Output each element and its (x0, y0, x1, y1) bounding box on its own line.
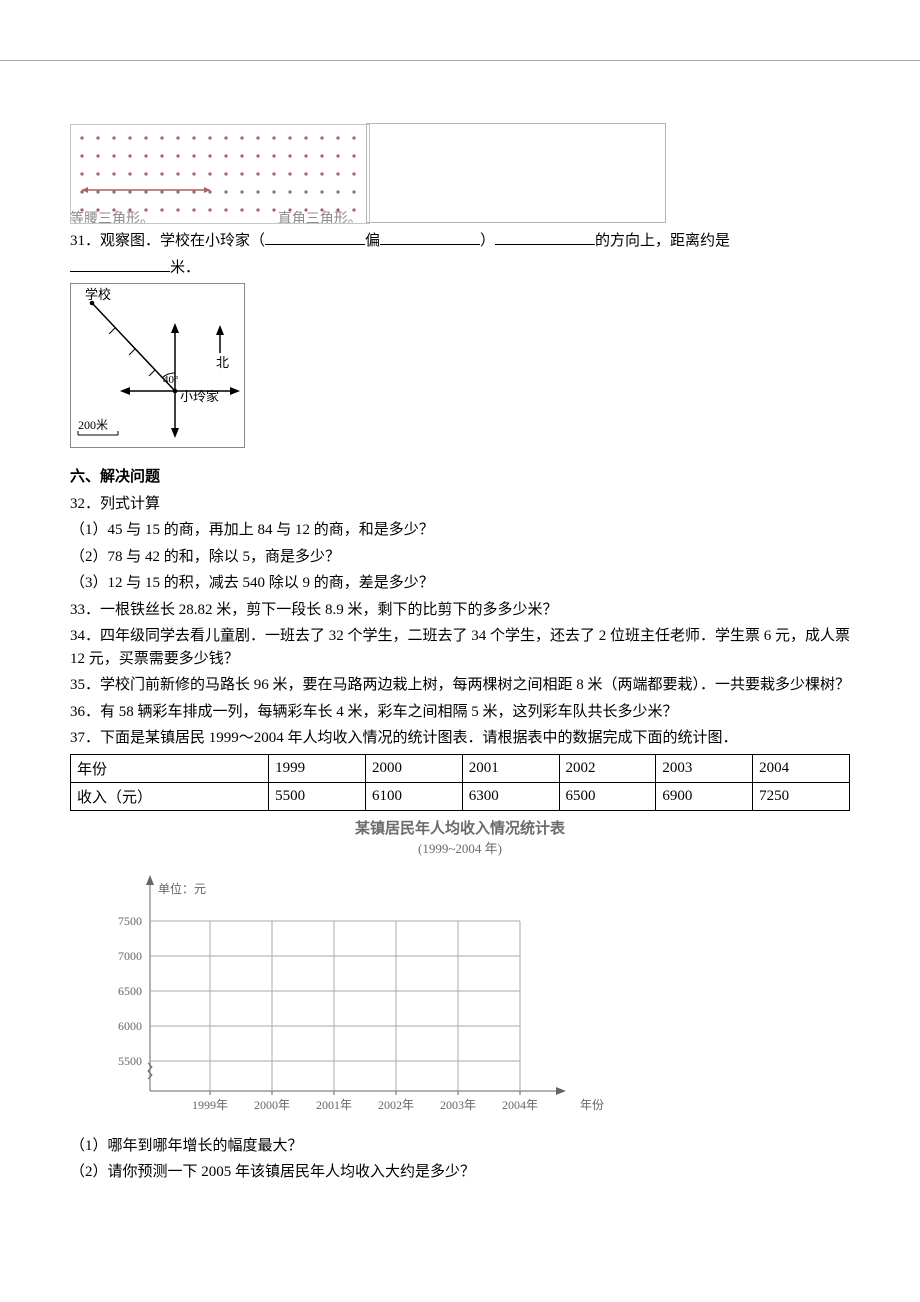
td-year-0: 1999 (269, 754, 366, 782)
q32-2: （2）78 与 42 的和，除以 5，商是多少？ (70, 546, 850, 569)
td-year-1: 2000 (365, 754, 462, 782)
north-label: 北 (216, 355, 229, 370)
q32-stem: 32．列式计算 (70, 493, 850, 516)
q35: 35．学校门前新修的马路长 96 米，要在马路两边栽上树，每两棵树之间相距 8 … (70, 674, 850, 697)
svg-text:5500: 5500 (118, 1054, 142, 1068)
q31-c: ） (480, 233, 495, 249)
q31-d: 的方向上，距离约是 (595, 233, 730, 249)
income-table: 年份 1999 2000 2001 2002 2003 2004 收入（元） 5… (70, 754, 850, 811)
td-year-5: 2004 (753, 754, 850, 782)
td-val-2: 6300 (462, 782, 559, 810)
td-val-4: 6900 (656, 782, 753, 810)
table-row: 年份 1999 2000 2001 2002 2003 2004 (71, 754, 850, 782)
td-val-0: 5500 (269, 782, 366, 810)
svg-text:6500: 6500 (118, 984, 142, 998)
td-val-5: 7250 (753, 782, 850, 810)
chart-title: 某镇居民年人均收入情况统计表 (70, 817, 850, 838)
q31-b: 偏 (365, 233, 380, 249)
td-year-4: 2003 (656, 754, 753, 782)
q31-blank1[interactable] (265, 230, 365, 245)
td-val-3: 6500 (559, 782, 656, 810)
svg-text:2004年: 2004年 (502, 1098, 538, 1112)
dot-grid-figure: 等腰三角形。 直角三角形。 (70, 123, 850, 224)
q31-blank4[interactable] (70, 257, 170, 272)
q31-map-figure: 北 学校 40° 小玲家 200米 (70, 283, 245, 448)
th-income: 收入（元） (71, 782, 269, 810)
q31-text2: 米． (70, 257, 850, 280)
q37-stem: 37．下面是某镇居民 1999～2004 年人均收入情况的统计图表．请根据表中的… (70, 727, 850, 750)
school-label: 学校 (85, 287, 111, 302)
bar-chart-blank-grid: 5500 6000 6500 7000 7500 单位：元 1999年 2000… (90, 861, 610, 1131)
q33: 33．一根铁丝长 28.82 米，剪下一段长 8.9 米，剩下的比剪下的多多少米… (70, 599, 850, 622)
q34: 34．四年级同学去看儿童剧．一班去了 32 个学生，二班去了 34 个学生，还去… (70, 625, 850, 670)
q32-3: （3）12 与 15 的积，减去 540 除以 9 的商，差是多少？ (70, 572, 850, 595)
scale-label: 200米 (78, 418, 108, 432)
svg-text:2003年: 2003年 (440, 1098, 476, 1112)
svg-text:7500: 7500 (118, 914, 142, 928)
table-row: 收入（元） 5500 6100 6300 6500 6900 7250 (71, 782, 850, 810)
document-page: 等腰三角形。 直角三角形。 31．观察图．学校在小玲家（偏）的方向上，距离约是 … (0, 60, 920, 1228)
td-val-1: 6100 (365, 782, 462, 810)
q37-sub2: （2）请你预测一下 2005 年该镇居民年人均收入大约是多少？ (70, 1161, 850, 1184)
angle-label: 40° (163, 374, 178, 386)
dot-grid-svg (366, 123, 666, 223)
q37-sub1: （1）哪年到哪年增长的幅度最大？ (70, 1135, 850, 1158)
q31-blank2[interactable] (380, 230, 480, 245)
svg-text:7000: 7000 (118, 949, 142, 963)
x-axis-label: 年份 (580, 1098, 604, 1112)
q31-e: 米． (170, 260, 200, 276)
svg-text:2001年: 2001年 (316, 1098, 352, 1112)
svg-text:6000: 6000 (118, 1019, 142, 1033)
th-year: 年份 (71, 754, 269, 782)
td-year-2: 2001 (462, 754, 559, 782)
q31-blank3[interactable] (495, 230, 595, 245)
svg-text:2002年: 2002年 (378, 1098, 414, 1112)
y-unit-label: 单位：元 (158, 881, 206, 896)
home-label: 小玲家 (180, 389, 219, 404)
section-6-heading: 六、解决问题 (70, 466, 850, 489)
q31-text: 31．观察图．学校在小玲家（ 偏 ） 的方向上，距离约是 (70, 230, 850, 253)
q36: 36．有 58 辆彩车排成一列，每辆彩车长 4 米，彩车之间相隔 5 米，这列彩… (70, 701, 850, 724)
q32-1: （1）45 与 15 的商，再加上 84 与 12 的商，和是多少？ (70, 519, 850, 542)
td-year-3: 2002 (559, 754, 656, 782)
svg-text:2000年: 2000年 (254, 1098, 290, 1112)
chart-subtitle: (1999~2004 年) (70, 838, 850, 857)
q31-a: 31．观察图．学校在小玲家（ (70, 233, 265, 249)
svg-text:1999年: 1999年 (192, 1098, 228, 1112)
